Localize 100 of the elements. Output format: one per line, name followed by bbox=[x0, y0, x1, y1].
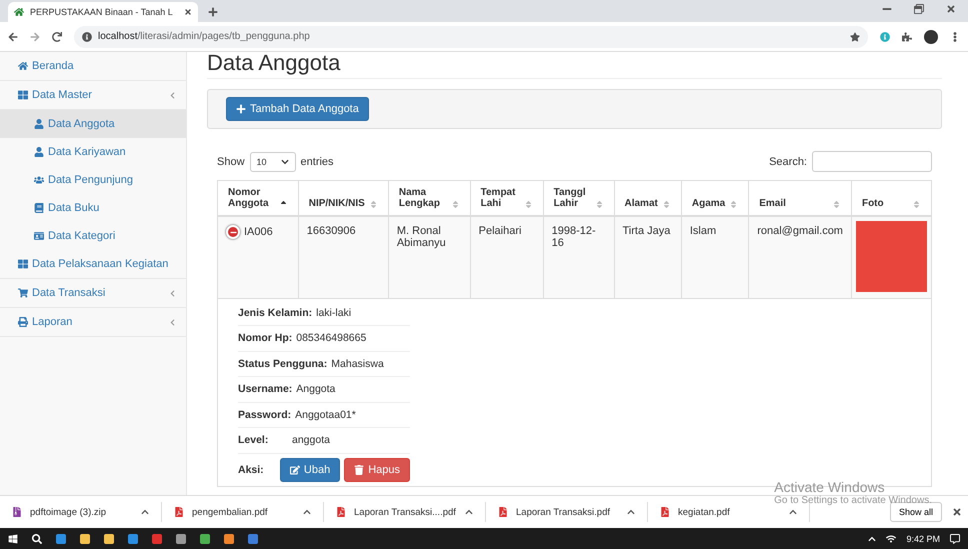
sidebar-item[interactable]: Data Pelaksanaan Kegiatan bbox=[0, 250, 186, 279]
table-cell: Tirta Jaya bbox=[614, 216, 682, 298]
star-icon[interactable] bbox=[850, 32, 860, 42]
chevron-icon bbox=[141, 508, 149, 516]
edit-button[interactable]: Ubah bbox=[280, 458, 340, 482]
download-item[interactable]: kegiatan.pdf bbox=[648, 502, 810, 522]
home-icon bbox=[18, 61, 28, 71]
detail-label: Status Pengguna: bbox=[238, 358, 328, 370]
table-cell: 1998-12-16 bbox=[543, 216, 614, 298]
taskbar-app-icon[interactable] bbox=[56, 534, 66, 544]
reload-icon[interactable] bbox=[52, 32, 62, 42]
detail-value: Mahasiswa bbox=[331, 358, 384, 370]
detail-value: laki-laki bbox=[316, 306, 352, 319]
show-label: Show bbox=[217, 156, 245, 168]
address-bar[interactable]: localhost/literasi/admin/pages/tb_pengguna.php bbox=[74, 26, 868, 48]
user-icon bbox=[34, 147, 44, 157]
grid-icon bbox=[18, 259, 28, 269]
taskbar-app-icon[interactable] bbox=[104, 534, 114, 544]
pdf-icon bbox=[498, 507, 508, 517]
plus-icon bbox=[236, 104, 246, 114]
page-title: Data Anggota bbox=[207, 52, 942, 79]
sidebar-item[interactable]: Data Anggota bbox=[0, 110, 186, 138]
edit-icon bbox=[290, 464, 300, 474]
table-cell: ronal@gmail.com bbox=[748, 216, 852, 298]
grid-icon bbox=[18, 90, 28, 100]
detail-value: Anggota bbox=[296, 383, 336, 396]
new-tab-icon[interactable] bbox=[208, 7, 218, 17]
detail-label: Username: bbox=[238, 383, 292, 396]
trash-icon bbox=[354, 464, 364, 474]
users-icon bbox=[34, 175, 44, 185]
taskbar-app-icon[interactable] bbox=[80, 534, 90, 544]
show-all-button[interactable]: Show all bbox=[890, 502, 942, 522]
chevron-icon bbox=[627, 508, 635, 516]
user-icon bbox=[34, 119, 44, 129]
browser-tab[interactable]: PERPUSTAKAAN Binaan - Tanah L bbox=[8, 2, 198, 22]
close-icon[interactable] bbox=[184, 8, 192, 16]
table-cell: Pelaihari bbox=[470, 216, 544, 298]
entries-label: entries bbox=[300, 156, 334, 168]
back-icon[interactable] bbox=[8, 32, 18, 42]
windows-icon[interactable] bbox=[8, 534, 18, 544]
add-member-button[interactable]: Tambah Data Anggota bbox=[226, 97, 369, 121]
delete-button[interactable]: Hapus bbox=[344, 458, 410, 482]
activation-title: Activate Windows bbox=[774, 479, 886, 495]
entries-select[interactable]: 10 bbox=[250, 152, 296, 172]
printer-icon bbox=[18, 317, 28, 327]
archive-icon bbox=[12, 507, 22, 517]
close-icon[interactable] bbox=[946, 4, 956, 14]
chevron-icon bbox=[789, 508, 797, 516]
clock: 9:42 PM bbox=[906, 534, 940, 544]
pdf-icon bbox=[660, 507, 670, 517]
taskbar-app-icon[interactable] bbox=[128, 534, 138, 544]
detail-label: Aksi: bbox=[238, 464, 265, 476]
sidebar-item[interactable]: Data Kariyawan bbox=[0, 138, 186, 166]
puzzle-icon[interactable] bbox=[902, 32, 912, 42]
detail-label: Level: bbox=[238, 434, 270, 446]
table-cell: M. Ronal Abimanyu bbox=[388, 216, 470, 298]
search-label: Search: bbox=[769, 156, 807, 168]
table-cell: Islam bbox=[681, 216, 749, 298]
detail-value: 085346498665 bbox=[296, 332, 366, 344]
avatar[interactable] bbox=[924, 30, 938, 44]
download-item[interactable]: pdftoimage (3).zip bbox=[0, 502, 162, 522]
wifi-icon[interactable] bbox=[886, 534, 896, 544]
detail-label: Nomor Hp: bbox=[238, 332, 292, 344]
download-item[interactable]: Laporan Transaksi....pdf bbox=[324, 502, 486, 522]
search-icon[interactable] bbox=[32, 534, 42, 544]
taskbar-app-icon[interactable] bbox=[200, 534, 210, 544]
sidebar-item[interactable]: Data Kategori bbox=[0, 222, 186, 250]
restore-icon[interactable] bbox=[914, 4, 924, 14]
book-icon bbox=[34, 203, 44, 213]
chevron-icon bbox=[169, 318, 176, 326]
detail-value: Anggotaa01* bbox=[295, 408, 356, 421]
download-item[interactable]: Laporan Transaksi.pdf bbox=[486, 502, 648, 522]
collapse-icon[interactable] bbox=[226, 225, 240, 239]
taskbar-app-icon[interactable] bbox=[176, 534, 186, 544]
close-icon[interactable] bbox=[952, 507, 962, 517]
table-cell: IA006 bbox=[218, 216, 298, 298]
photo-placeholder bbox=[856, 221, 927, 292]
sidebar-item[interactable]: Data Transaksi bbox=[0, 279, 186, 308]
chevron-icon bbox=[169, 290, 176, 296]
notification-icon[interactable] bbox=[950, 534, 960, 544]
download-item[interactable]: pengembalian.pdf bbox=[162, 502, 324, 522]
pdf-icon bbox=[336, 507, 346, 517]
chevron-icon[interactable] bbox=[868, 534, 876, 542]
chevron-icon bbox=[303, 508, 311, 516]
info-icon bbox=[82, 32, 92, 42]
chevron-down-icon bbox=[280, 158, 289, 166]
chevron-icon bbox=[169, 92, 176, 98]
sidebar-item[interactable]: Data Pengunjung bbox=[0, 166, 186, 194]
detail-label: Jenis Kelamin: bbox=[238, 306, 312, 319]
taskbar-app-icon[interactable] bbox=[224, 534, 234, 544]
card-icon bbox=[34, 231, 44, 241]
search-field[interactable] bbox=[812, 151, 932, 172]
pdf-icon bbox=[174, 507, 184, 517]
taskbar-app-icon[interactable] bbox=[248, 534, 258, 544]
sidebar-item[interactable]: Beranda bbox=[0, 52, 186, 81]
sidebar-item[interactable]: Laporan bbox=[0, 308, 186, 337]
chevron-icon bbox=[465, 508, 473, 516]
sidebar-item[interactable]: Data Buku bbox=[0, 194, 186, 222]
detail-value: anggota bbox=[292, 434, 330, 446]
table-cell: 16630906 bbox=[298, 216, 388, 298]
